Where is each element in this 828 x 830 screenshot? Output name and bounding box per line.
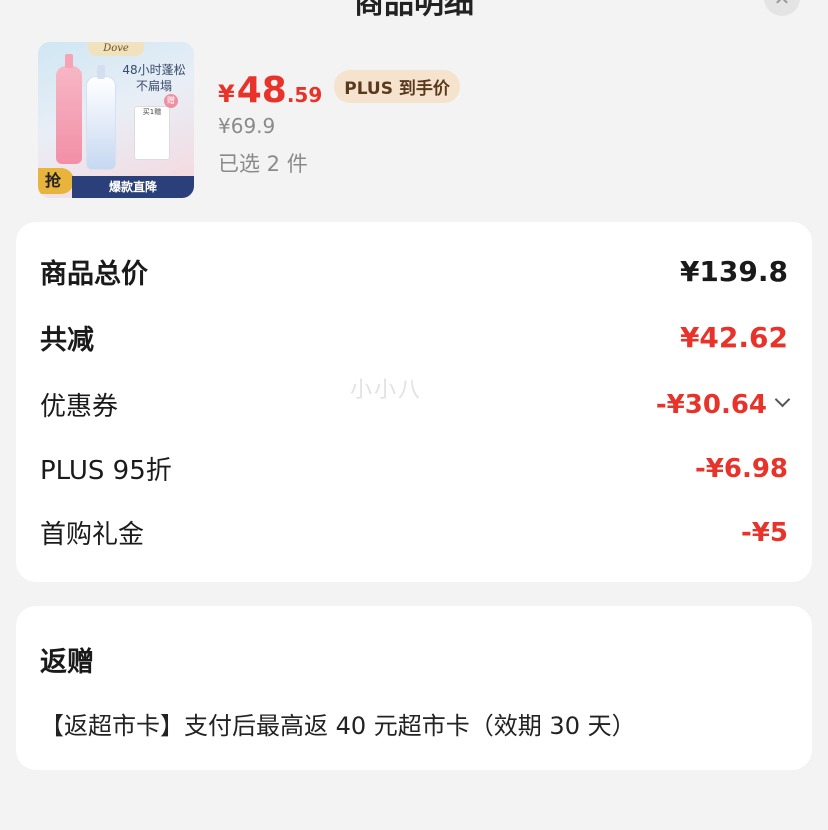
- price-row: ¥ 48 .59 PLUS 到手价: [218, 70, 460, 111]
- gift-box-image: 买1赠: [134, 106, 170, 160]
- thumbnail-promo-text: 48小时蓬松 不扁塌: [116, 62, 192, 94]
- coupon-value: -¥30.64: [655, 389, 767, 420]
- first-purchase-row: 首购礼金 -¥5: [40, 514, 788, 551]
- product-thumbnail[interactable]: Dove 48小时蓬松 不扁塌 买1赠 赠 抢 爆款直降: [38, 42, 194, 198]
- promo-line-1: 48小时蓬松: [122, 63, 186, 77]
- watermark: 小小八: [350, 378, 423, 403]
- selected-count: 已选 2 件: [218, 152, 308, 176]
- plus-discount-value: -¥6.98: [694, 453, 788, 484]
- plus-discount-row: PLUS 95折 -¥6.98: [40, 450, 788, 487]
- price-decimal: .59: [286, 83, 323, 107]
- brand-logo: Dove: [88, 42, 144, 56]
- rebate-text: 【返超市卡】支付后最高返 40 元超市卡（效期 30 天）: [40, 712, 636, 740]
- price-currency: ¥: [218, 80, 235, 108]
- coupon-label: 优惠券: [40, 392, 119, 422]
- white-bottle-image: [86, 65, 116, 170]
- total-price-label: 商品总价: [40, 259, 148, 290]
- product-item: Dove 48小时蓬松 不扁塌 买1赠 赠 抢 爆款直降 ¥ 48 .59 PL…: [38, 42, 798, 202]
- total-reduce-value: ¥42.62: [679, 321, 788, 354]
- close-icon: ✕: [774, 0, 791, 10]
- original-price: ¥69.9: [218, 114, 276, 138]
- chevron-down-icon[interactable]: [774, 391, 791, 408]
- total-price-row: 商品总价 ¥139.8: [40, 252, 788, 291]
- first-purchase-value: -¥5: [741, 517, 788, 548]
- pink-bottle-image: [56, 54, 82, 164]
- first-purchase-label: 首购礼金: [40, 520, 145, 550]
- total-reduce-label: 共减: [40, 325, 94, 356]
- grab-tag: 抢: [38, 168, 74, 194]
- rebate-title: 返赠: [40, 647, 94, 678]
- gift-label: 买1赠: [142, 108, 162, 116]
- thumbnail-ribbon: 爆款直降: [72, 176, 194, 198]
- promo-line-2: 不扁塌: [135, 79, 172, 93]
- gift-badge-icon: 赠: [164, 94, 178, 108]
- total-reduce-row: 共减 ¥42.62: [40, 318, 788, 357]
- plus-discount-label: PLUS 95折: [40, 456, 172, 486]
- total-price-value: ¥139.8: [679, 255, 788, 288]
- price-integer: 48: [236, 70, 287, 111]
- page-title: 商品明细: [354, 0, 474, 21]
- rebate-card: 返赠 【返超市卡】支付后最高返 40 元超市卡（效期 30 天）: [16, 606, 812, 770]
- plus-price-tag: PLUS 到手价: [334, 70, 460, 103]
